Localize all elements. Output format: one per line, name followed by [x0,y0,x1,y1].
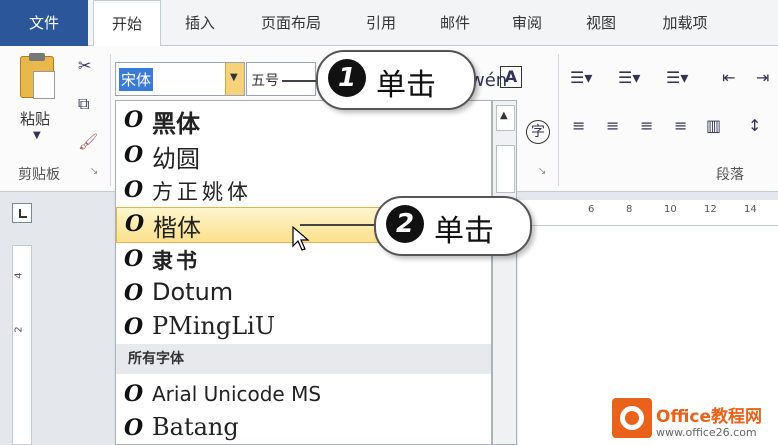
step-2-number: 2 [386,205,424,243]
watermark-url: www.office26.com [656,426,757,439]
tab-file[interactable]: 文件 [0,0,88,46]
tab-home[interactable]: 开始 [93,0,161,48]
opentype-font-icon: O [125,211,145,237]
distributed-icon[interactable]: ▥ [706,116,721,135]
watermark-text: Office教程网 [656,407,763,427]
step-2-callout: 2 单击 [374,196,532,256]
scroll-up-button[interactable]: ▲ [496,105,515,131]
paste-button[interactable]: 粘贴 [20,108,50,129]
office-logo-icon [612,398,652,438]
multilevel-list-icon[interactable]: ☰▾ [666,68,688,87]
font-size-value[interactable]: 五号 [251,70,279,90]
group-divider [110,54,111,186]
tab-insert[interactable]: 插入 [172,0,228,46]
font-dropdown-button[interactable]: ▼ [225,63,244,95]
scroll-thumb[interactable] [496,145,515,193]
font-size-combo[interactable]: 五号 [246,62,316,96]
opentype-font-icon: O [124,142,144,168]
numbering-icon[interactable]: ☰▾ [618,68,640,87]
character-border-icon[interactable]: A [500,66,522,88]
copy-icon[interactable]: ⧉ [78,94,89,114]
vruler-tick: 4 [13,272,25,279]
format-painter-icon[interactable]: 🖌 [78,132,98,151]
decrease-indent-icon[interactable]: ⇤ [722,68,735,87]
opentype-font-icon: O [124,280,144,306]
opentype-font-icon: O [124,381,144,407]
vruler-tick: 2 [13,326,25,333]
font-item-arial-unicode-ms[interactable]: O Arial Unicode MS [116,377,491,411]
hruler-tick: 10 [664,204,677,215]
opentype-font-icon: O [124,415,144,441]
ribbon-tab-bar: 文件 开始 插入 页面布局 引用 邮件 审阅 视图 加载项 [0,0,778,48]
enclose-character-icon[interactable]: 字 [526,120,550,144]
paragraph-group-label: 段落 [716,167,744,183]
clipboard-group-label: 剪贴板 [18,167,60,183]
opentype-font-icon: O [124,246,144,272]
tab-review[interactable]: 审阅 [500,0,554,46]
opentype-font-icon: O [124,107,144,133]
paste-icon[interactable] [20,53,55,99]
tab-mailings[interactable]: 邮件 [428,0,482,46]
font-name-value[interactable]: 宋体 [119,68,154,91]
opentype-font-icon: O [124,177,144,203]
step-1-number: 1 [328,59,366,97]
all-fonts-section-header: 所有字体 [116,344,491,374]
justify-icon[interactable]: ≡ [674,116,687,135]
hruler-tick: 6 [588,204,595,215]
vertical-ruler: 4 2 [12,245,32,445]
chevron-down-icon: ▼ [230,72,238,83]
opentype-font-icon: O [124,314,144,340]
step-1-callout: 1 单击 [316,50,476,110]
font-item-dotum[interactable]: O Dotum [116,276,491,310]
tab-page-layout[interactable]: 页面布局 [248,0,334,46]
mouse-cursor-icon [292,226,310,251]
paste-dropdown-icon[interactable]: ▼ [33,130,41,141]
hruler-tick: 12 [704,204,717,215]
step-1-text: 单击 [376,68,436,103]
align-center-icon[interactable]: ≡ [606,116,619,135]
group-divider [558,54,559,186]
font-launcher-icon[interactable]: ↘ [538,166,546,177]
clipboard-launcher-icon[interactable]: ↘ [90,166,98,177]
font-item-youyuan[interactable]: O 幼圆 [116,138,491,173]
tab-addins[interactable]: 加载项 [648,0,722,46]
line-spacing-icon[interactable]: ↕ [748,116,761,135]
font-list-scrollbar[interactable]: ▲ [492,100,517,445]
cut-icon[interactable]: ✂ [78,56,91,75]
font-dropdown-list: O 黑体 O 幼圆 O 方正姚体 O 楷体 O 隶书 O Dotum O PMi… [115,100,493,445]
chevron-up-icon: ▲ [500,110,508,121]
hruler-tick: 14 [744,204,757,215]
align-left-icon[interactable]: ≡ [572,116,585,135]
hruler-tick: 8 [626,204,633,215]
callout-leader-line [282,80,318,82]
step-2-text: 单击 [434,214,494,249]
font-item-batang[interactable]: O Batang [116,411,491,445]
font-name-combo[interactable]: 宋体 ▼ [115,62,245,96]
font-item-pmingliu[interactable]: O PMingLiU [116,310,491,344]
watermark: Office教程网 www.office26.com [612,396,778,445]
align-right-icon[interactable]: ≡ [640,116,653,135]
horizontal-ruler: 6 8 10 12 14 [518,200,778,226]
tab-selector-button[interactable] [12,203,32,223]
increase-indent-icon[interactable]: ⇥ [756,68,769,87]
tab-view[interactable]: 视图 [574,0,628,46]
callout-leader-line [300,224,376,226]
tab-references[interactable]: 引用 [354,0,408,46]
bullets-icon[interactable]: ☰▾ [570,68,592,87]
